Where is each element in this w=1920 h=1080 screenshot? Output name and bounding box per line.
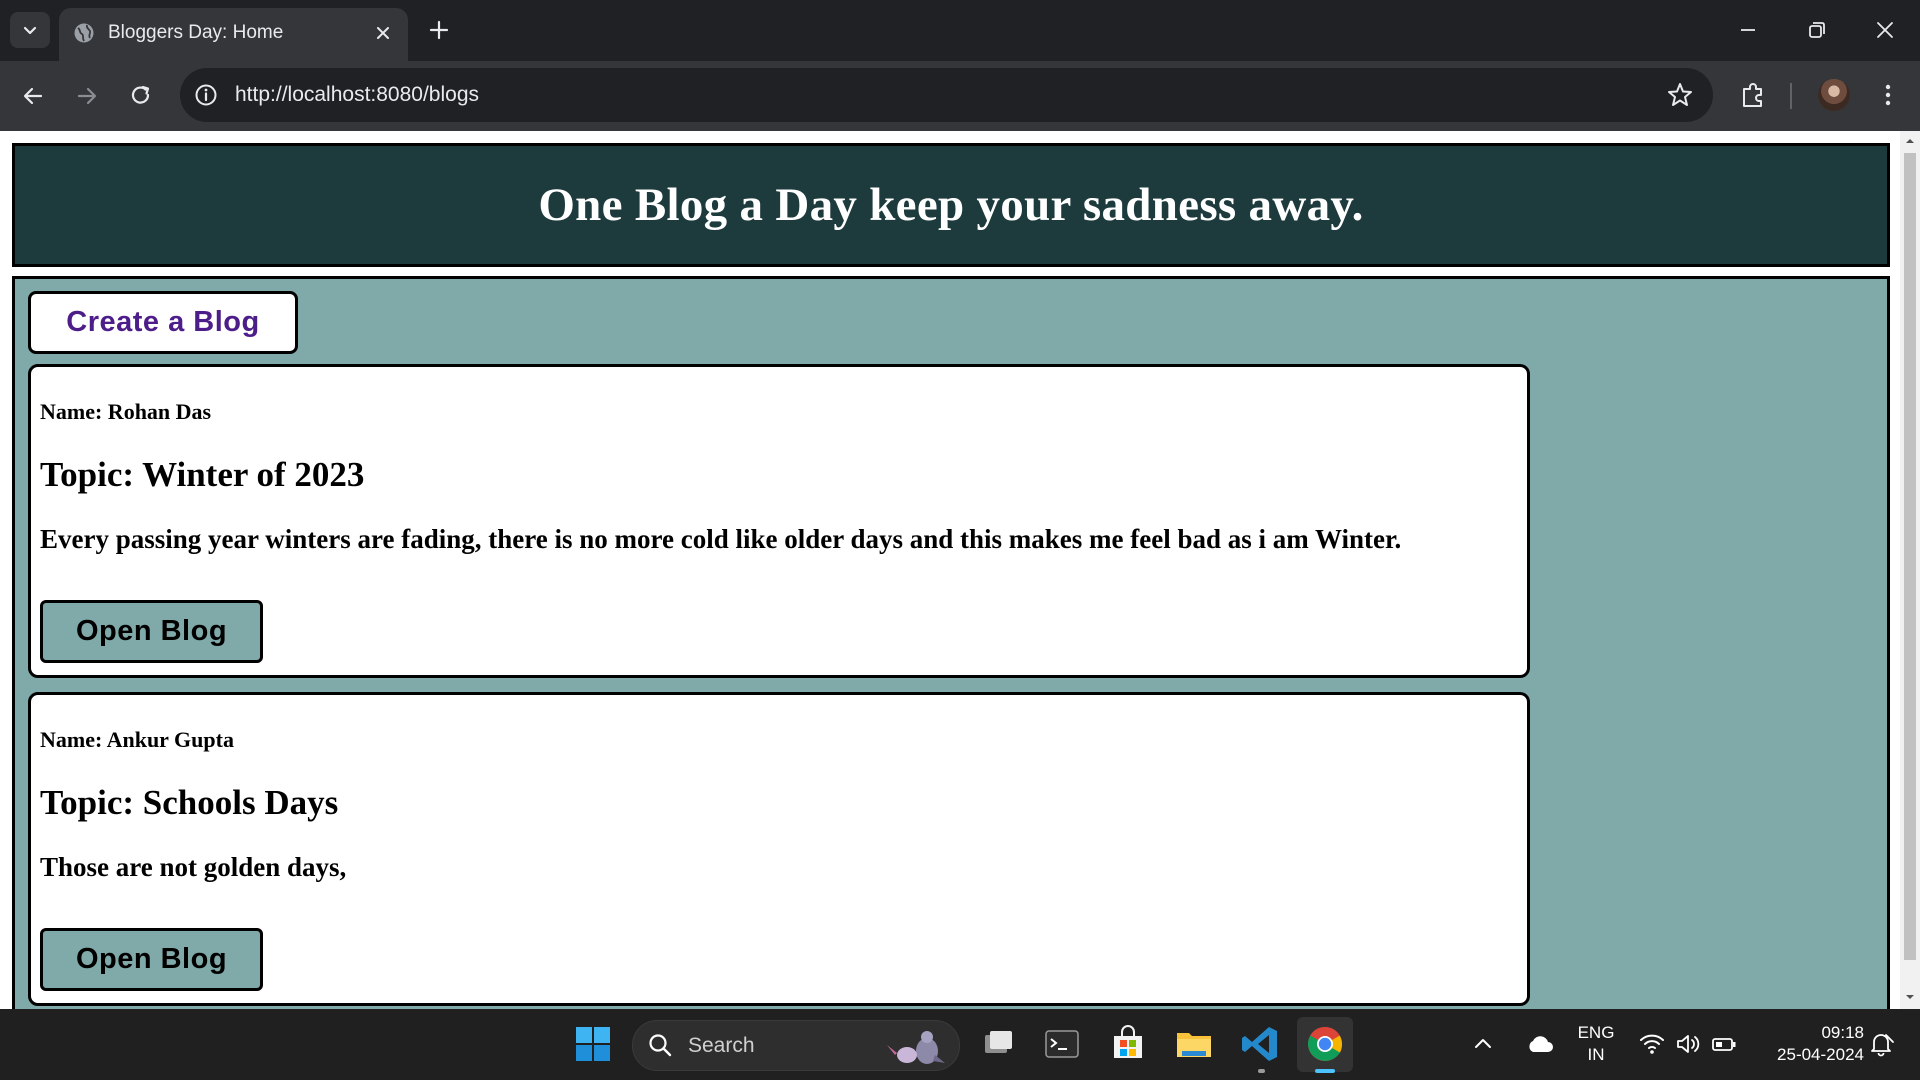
extensions-puzzle-icon[interactable] [1737,79,1769,111]
vscode-running-indicator [1258,1069,1265,1073]
scrollbar-thumb[interactable] [1904,153,1916,960]
hero-title: One Blog a Day keep your sadness away. [538,179,1364,231]
scroll-down-arrow-icon[interactable] [1904,991,1916,1003]
address-bar[interactable]: http://localhost:8080/blogs [180,68,1713,122]
browser-tab-strip: Bloggers Day: Home [0,0,1920,61]
task-view-icon[interactable] [976,1022,1020,1066]
wifi-icon[interactable] [1638,1030,1666,1058]
onedrive-cloud-icon[interactable] [1524,1028,1556,1060]
blog-card: Name: Rohan Das Topic: Winter of 2023 Ev… [28,364,1530,678]
search-label: Search [688,1034,755,1057]
close-window-icon[interactable] [1872,17,1898,43]
open-blog-button[interactable]: Open Blog [40,928,263,991]
create-blog-button[interactable]: Create a Blog [28,291,298,354]
file-explorer-icon[interactable] [1172,1022,1216,1066]
tab-search-button[interactable] [10,12,50,48]
page-viewport: One Blog a Day keep your sadness away. C… [0,131,1920,1009]
windows-start-icon[interactable] [571,1022,615,1066]
blog-card: Name: Ankur Gupta Topic: Schools Days Th… [28,692,1530,1006]
chrome-active-indicator [1315,1069,1335,1073]
chrome-icon[interactable] [1303,1022,1347,1066]
chevron-up-icon[interactable] [1469,1030,1497,1058]
open-blog-button[interactable]: Open Blog [40,600,263,663]
globe-icon [74,23,94,43]
blog-author-name: Name: Ankur Gupta [40,727,234,752]
language-code: ENG [1577,1023,1615,1042]
site-info-icon[interactable] [192,81,220,109]
back-arrow-icon[interactable] [18,81,48,111]
blog-list-section: Create a Blog Name: Rohan Das Topic: Win… [12,276,1890,1009]
reload-icon[interactable] [126,81,156,111]
clock[interactable]: 09:18 25-04-2024 [1752,1022,1864,1066]
close-tab-icon[interactable] [372,22,394,44]
chevron-down-icon [23,26,37,35]
blog-author-name: Name: Rohan Das [40,399,212,424]
profile-avatar[interactable] [1818,79,1850,111]
region-code: IN [1587,1045,1605,1064]
hero-banner: One Blog a Day keep your sadness away. [12,143,1890,267]
more-menu-icon[interactable] [1872,79,1904,111]
scroll-up-arrow-icon[interactable] [1904,135,1916,147]
restore-icon[interactable] [1804,17,1830,43]
browser-toolbar: http://localhost:8080/blogs [0,61,1920,131]
url-text[interactable]: http://localhost:8080/blogs [235,81,479,109]
page-scrollbar[interactable] [1900,131,1920,1009]
blog-excerpt: Every passing year winters are fading, t… [40,524,1402,554]
battery-icon[interactable] [1710,1030,1738,1058]
blog-topic: Topic: Winter of 2023 [40,455,365,494]
forward-arrow-icon[interactable] [72,81,102,111]
toolbar-divider [1790,83,1792,109]
notification-bell-icon[interactable] [1866,1029,1896,1059]
taskbar-search-box[interactable]: Search [632,1020,960,1071]
search-highlight-bird-icon [887,1031,945,1064]
bookmark-star-icon[interactable] [1665,80,1695,110]
search-icon [649,1034,672,1057]
blog-excerpt: Those are not golden days, [40,852,347,882]
terminal-icon[interactable] [1040,1022,1084,1066]
language-indicator[interactable]: ENG IN [1572,1022,1620,1066]
new-tab-plus-icon[interactable] [426,17,452,43]
blog-topic: Topic: Schools Days [40,783,339,822]
minimize-icon[interactable] [1735,17,1761,43]
microsoft-store-icon[interactable] [1106,1022,1150,1066]
browser-tab-active[interactable]: Bloggers Day: Home [59,8,408,61]
speaker-volume-icon[interactable] [1674,1030,1702,1058]
clock-date: 25-04-2024 [1777,1045,1864,1064]
vscode-icon[interactable] [1238,1022,1282,1066]
windows-taskbar: Search ENG IN 09:18 25-04-2024 [0,1009,1920,1080]
clock-time: 09:18 [1821,1023,1864,1042]
tab-title: Bloggers Day: Home [108,22,284,43]
